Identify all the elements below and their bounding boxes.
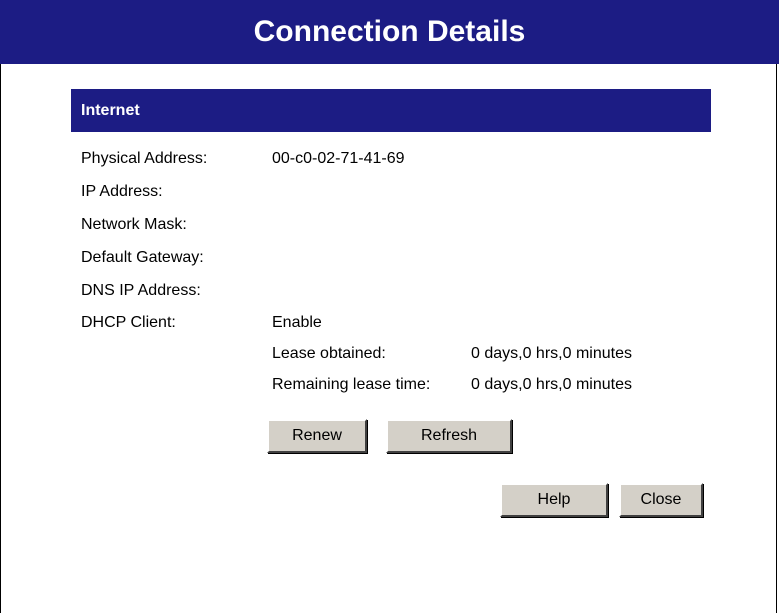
ip-address-label: IP Address:	[81, 183, 163, 200]
lease-obtained-label: Lease obtained:	[272, 345, 386, 362]
physical-address-label: Physical Address:	[81, 150, 208, 167]
default-gateway-label: Default Gateway:	[81, 249, 204, 266]
renew-button[interactable]: Renew	[267, 419, 367, 453]
lease-obtained-value: 0 days,0 hrs,0 minutes	[471, 345, 632, 362]
dhcp-client-label: DHCP Client:	[81, 314, 176, 331]
page-title: Connection Details	[0, 0, 779, 64]
section-header-internet: Internet	[71, 89, 711, 132]
help-button[interactable]: Help	[500, 483, 608, 517]
remaining-lease-time-label: Remaining lease time:	[272, 376, 431, 393]
refresh-button[interactable]: Refresh	[386, 419, 512, 453]
remaining-lease-time-value: 0 days,0 hrs,0 minutes	[471, 376, 632, 393]
network-mask-label: Network Mask:	[81, 216, 187, 233]
close-button[interactable]: Close	[619, 483, 703, 517]
dns-ip-address-label: DNS IP Address:	[81, 282, 201, 299]
physical-address-value: 00-c0-02-71-41-69	[272, 150, 405, 167]
dhcp-client-value: Enable	[272, 314, 322, 331]
